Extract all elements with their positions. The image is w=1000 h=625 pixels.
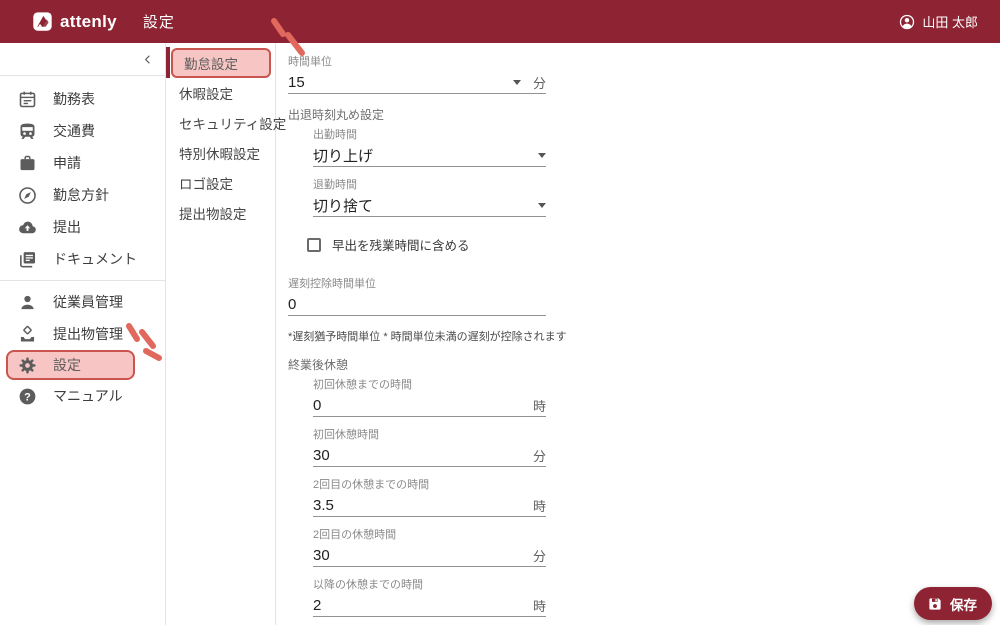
briefcase-icon — [17, 153, 38, 174]
sidebar-item-label: 提出 — [53, 219, 81, 235]
page-title: 設定 — [142, 14, 175, 31]
account-icon — [900, 14, 915, 29]
sidebar-item-transport-expense[interactable]: 交通費 — [0, 115, 165, 147]
time-unit-select[interactable]: 15 分 — [288, 71, 546, 94]
save-button[interactable]: 保存 — [914, 587, 992, 620]
first-break-duration-input[interactable] — [313, 446, 533, 464]
tab-security-settings[interactable]: セキュリティ設定 — [166, 108, 286, 138]
sidebar-divider — [0, 280, 165, 281]
first-break-until-label: 初回休憩までの時間 — [313, 379, 412, 391]
sidebar-item-documents[interactable]: ドキュメント — [0, 243, 165, 275]
clock-out-label: 退勤時間 — [313, 179, 357, 191]
subsequent-break-until-label: 以降の休憩までの時間 — [313, 579, 423, 591]
user-name: 山田 太郎 — [922, 15, 978, 30]
rounding-section-label: 出退時刻丸め設定 — [288, 108, 385, 122]
unit-suffix: 分 — [532, 448, 546, 464]
clock-in-rounding-value: 切り上げ — [313, 147, 374, 165]
user-menu[interactable]: 山田 太郎 — [898, 12, 978, 31]
save-button-label: 保存 — [950, 597, 977, 613]
after-work-break-section-label: 終業後休憩 — [288, 358, 349, 372]
tab-special-vacation-settings[interactable]: 特別休暇設定 — [166, 138, 275, 168]
tab-label: ロゴ設定 — [179, 177, 233, 192]
approval-icon — [17, 324, 38, 345]
collapse-sidebar-icon[interactable] — [140, 52, 155, 67]
unit-suffix: 時 — [532, 598, 546, 614]
sidebar-item-label: マニュアル — [53, 388, 123, 404]
person-icon — [17, 292, 38, 313]
tab-label: セキュリティ設定 — [179, 117, 287, 132]
documents-icon — [17, 249, 38, 270]
brand-logo[interactable]: attenly — [32, 11, 117, 32]
sidebar-item-label: 申請 — [53, 155, 81, 171]
clock-in-rounding-select[interactable]: 切り上げ — [313, 144, 546, 167]
sidebar-item-settings[interactable]: 設定 — [6, 350, 135, 380]
attenly-settings-page: attenly 設定 山田 太郎 勤務表 交通費 申請 勤怠方針 提出 ドキュメ… — [0, 0, 1000, 625]
unit-suffix: 時 — [532, 498, 546, 514]
settings-tab-list: 勤怠設定 休暇設定 セキュリティ設定 特別休暇設定 ロゴ設定 提出物設定 — [166, 43, 286, 625]
sidebar-item-label: 設定 — [53, 357, 81, 373]
sidebar-item-label: 勤務表 — [53, 91, 95, 107]
subsequent-break-until-input[interactable] — [313, 596, 533, 614]
sidebar-item-label: 勤怠方針 — [53, 187, 109, 203]
sidebar-item-label: 提出物管理 — [53, 326, 123, 342]
second-break-until-label: 2回目の休憩までの時間 — [313, 479, 430, 491]
second-break-duration-input[interactable] — [313, 546, 533, 564]
clock-out-rounding-value: 切り捨て — [313, 197, 374, 215]
attendance-settings-form: 時間単位 15 分 出退時刻丸め設定 出勤時間 切り上げ 退勤時間 切り捨て 早… — [276, 43, 1000, 625]
compass-icon — [17, 185, 38, 206]
attenly-logo-icon — [33, 12, 52, 31]
tab-label: 提出物設定 — [179, 207, 247, 222]
first-break-duration-label: 初回休憩時間 — [313, 429, 379, 441]
unit-suffix: 分 — [532, 548, 546, 564]
late-deduction-label: 遅刻控除時間単位 — [288, 278, 376, 290]
tab-label: 特別休暇設定 — [179, 147, 260, 162]
sidebar-item-worksheet[interactable]: 勤務表 — [0, 83, 165, 115]
clock-in-label: 出勤時間 — [313, 129, 357, 141]
time-unit-suffix: 分 — [532, 75, 546, 91]
unit-suffix: 時 — [532, 398, 546, 414]
sidebar-item-manual[interactable]: ? マニュアル — [0, 380, 165, 412]
sidebar-item-label: 従業員管理 — [53, 294, 123, 310]
sidebar-item-submission[interactable]: 提出 — [0, 211, 165, 243]
tab-label: 休暇設定 — [179, 87, 233, 102]
help-icon: ? — [17, 386, 38, 407]
late-deduction-input[interactable] — [288, 295, 546, 313]
sidebar-item-application[interactable]: 申請 — [0, 147, 165, 179]
sidebar-item-attendance-policy[interactable]: 勤怠方針 — [0, 179, 165, 211]
sidebar-item-label: ドキュメント — [53, 251, 137, 267]
first-break-until-input[interactable] — [313, 396, 533, 414]
save-icon — [929, 597, 941, 610]
chevron-down-icon — [512, 79, 521, 85]
time-unit-label: 時間単位 — [288, 56, 332, 68]
time-unit-value: 15 — [288, 73, 305, 91]
clock-out-rounding-select[interactable]: 切り捨て — [313, 194, 546, 217]
svg-text:?: ? — [24, 391, 31, 403]
early-overtime-checkbox[interactable] — [307, 237, 321, 252]
tab-vacation-settings[interactable]: 休暇設定 — [166, 78, 275, 108]
cloud-upload-icon — [17, 217, 38, 238]
sidebar-item-employee-management[interactable]: 従業員管理 — [0, 286, 165, 318]
gear-icon — [17, 355, 38, 376]
tab-attendance-settings[interactable]: 勤怠設定 — [171, 48, 271, 78]
tab-submission-settings[interactable]: 提出物設定 — [166, 198, 275, 228]
brand-wordmark: attenly — [60, 11, 117, 31]
sidebar-item-submission-management[interactable]: 提出物管理 — [0, 318, 165, 350]
tab-logo-settings[interactable]: ロゴ設定 — [166, 168, 275, 198]
late-deduction-note: *遅刻猶予時間単位 * 時間単位未満の遅刻が控除されます — [288, 331, 567, 343]
sidebar-collapse-row — [0, 43, 165, 76]
calendar-icon — [17, 89, 38, 110]
early-overtime-checkbox-label: 早出を残業時間に含める — [332, 239, 470, 253]
chevron-down-icon — [538, 152, 546, 158]
second-break-until-input[interactable] — [313, 496, 533, 514]
train-icon — [17, 121, 38, 142]
chevron-down-icon — [538, 202, 546, 208]
second-break-duration-label: 2回目の休憩時間 — [313, 529, 397, 541]
sidebar-item-label: 交通費 — [53, 123, 95, 139]
primary-sidebar: 勤務表 交通費 申請 勤怠方針 提出 ドキュメント 従業員管理 提出物管理 設定… — [0, 43, 166, 625]
app-header: attenly 設定 山田 太郎 — [0, 0, 1000, 43]
tab-label: 勤怠設定 — [184, 57, 238, 72]
active-tab-indicator — [166, 47, 170, 78]
